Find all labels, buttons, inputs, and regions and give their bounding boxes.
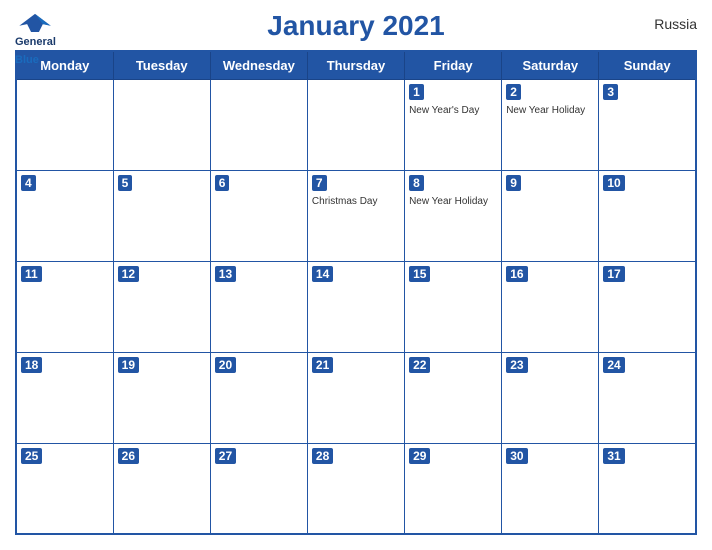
day-number: 13: [215, 266, 236, 282]
calendar-cell: 22: [405, 352, 502, 443]
calendar-cell: 30: [502, 443, 599, 534]
calendar-cell: 21: [307, 352, 404, 443]
day-number: 7: [312, 175, 327, 191]
day-number: 20: [215, 357, 236, 373]
calendar-cell: 24: [599, 352, 696, 443]
calendar-table: Monday Tuesday Wednesday Thursday Friday…: [15, 50, 697, 535]
day-number: 1: [409, 84, 424, 100]
day-number: 10: [603, 175, 624, 191]
logo-bird-icon: [15, 10, 55, 32]
day-number: 21: [312, 357, 333, 373]
calendar-week-row: 25 26 27 28 29 30 31: [16, 443, 696, 534]
calendar-week-row: 18 19 20 21 22 23 24: [16, 352, 696, 443]
calendar-cell: 17: [599, 261, 696, 352]
day-number: 30: [506, 448, 527, 464]
day-event: New Year's Day: [409, 104, 497, 117]
calendar-cell: 9: [502, 170, 599, 261]
calendar-cell: [113, 80, 210, 171]
logo: General Blue: [15, 10, 56, 68]
col-saturday: Saturday: [502, 51, 599, 80]
day-number: 29: [409, 448, 430, 464]
day-number: 2: [506, 84, 521, 100]
calendar-cell: 2 New Year Holiday: [502, 80, 599, 171]
day-number: 5: [118, 175, 133, 191]
day-number: 4: [21, 175, 36, 191]
calendar-cell: 18: [16, 352, 113, 443]
calendar-cell: 14: [307, 261, 404, 352]
calendar-cell: 11: [16, 261, 113, 352]
day-number: 11: [21, 266, 42, 282]
day-number: 15: [409, 266, 430, 282]
day-number: 22: [409, 357, 430, 373]
calendar-cell: 23: [502, 352, 599, 443]
day-number: 17: [603, 266, 624, 282]
day-event: Christmas Day: [312, 195, 400, 208]
col-tuesday: Tuesday: [113, 51, 210, 80]
day-event: New Year Holiday: [506, 104, 594, 117]
day-number: 14: [312, 266, 333, 282]
calendar-header: General Blue January 2021 Russia: [15, 10, 697, 42]
col-friday: Friday: [405, 51, 502, 80]
calendar-cell: 27: [210, 443, 307, 534]
calendar-week-row: 4 5 6 7 Christmas Day 8 New Year Holiday 9 10: [16, 170, 696, 261]
calendar-cell: 1 New Year's Day: [405, 80, 502, 171]
day-number: 8: [409, 175, 424, 191]
day-number: 23: [506, 357, 527, 373]
day-event: New Year Holiday: [409, 195, 497, 208]
calendar-body: 1 New Year's Day 2 New Year Holiday 3 4 5 6 7 Chr…: [16, 80, 696, 535]
calendar-cell: 25: [16, 443, 113, 534]
calendar-cell: [16, 80, 113, 171]
calendar-cell: [307, 80, 404, 171]
day-number: 19: [118, 357, 139, 373]
calendar-cell: 31: [599, 443, 696, 534]
day-number: 3: [603, 84, 618, 100]
day-number: 27: [215, 448, 236, 464]
calendar-week-row: 1 New Year's Day 2 New Year Holiday 3: [16, 80, 696, 171]
day-number: 12: [118, 266, 139, 282]
calendar-cell: 28: [307, 443, 404, 534]
day-number: 31: [603, 448, 624, 464]
calendar-cell: 16: [502, 261, 599, 352]
page-title: January 2021: [267, 10, 444, 42]
day-number: 28: [312, 448, 333, 464]
calendar-cell: 29: [405, 443, 502, 534]
calendar-cell: 15: [405, 261, 502, 352]
calendar-cell: 12: [113, 261, 210, 352]
calendar-cell: 8 New Year Holiday: [405, 170, 502, 261]
col-wednesday: Wednesday: [210, 51, 307, 80]
calendar-cell: 20: [210, 352, 307, 443]
weekday-header-row: Monday Tuesday Wednesday Thursday Friday…: [16, 51, 696, 80]
day-number: 24: [603, 357, 624, 373]
day-number: 16: [506, 266, 527, 282]
calendar-cell: 10: [599, 170, 696, 261]
calendar-cell: 5: [113, 170, 210, 261]
calendar-week-row: 11 12 13 14 15 16 17: [16, 261, 696, 352]
country-label: Russia: [654, 16, 697, 32]
calendar-cell: 7 Christmas Day: [307, 170, 404, 261]
day-number: 25: [21, 448, 42, 464]
calendar-cell: 6: [210, 170, 307, 261]
calendar-cell: 19: [113, 352, 210, 443]
logo-text: General Blue: [15, 32, 56, 68]
calendar-cell: 3: [599, 80, 696, 171]
col-thursday: Thursday: [307, 51, 404, 80]
calendar-container: General Blue January 2021 Russia Monday …: [0, 0, 712, 550]
calendar-cell: 4: [16, 170, 113, 261]
day-number: 26: [118, 448, 139, 464]
col-sunday: Sunday: [599, 51, 696, 80]
day-number: 9: [506, 175, 521, 191]
day-number: 6: [215, 175, 230, 191]
calendar-cell: 26: [113, 443, 210, 534]
calendar-cell: 13: [210, 261, 307, 352]
calendar-cell: [210, 80, 307, 171]
day-number: 18: [21, 357, 42, 373]
